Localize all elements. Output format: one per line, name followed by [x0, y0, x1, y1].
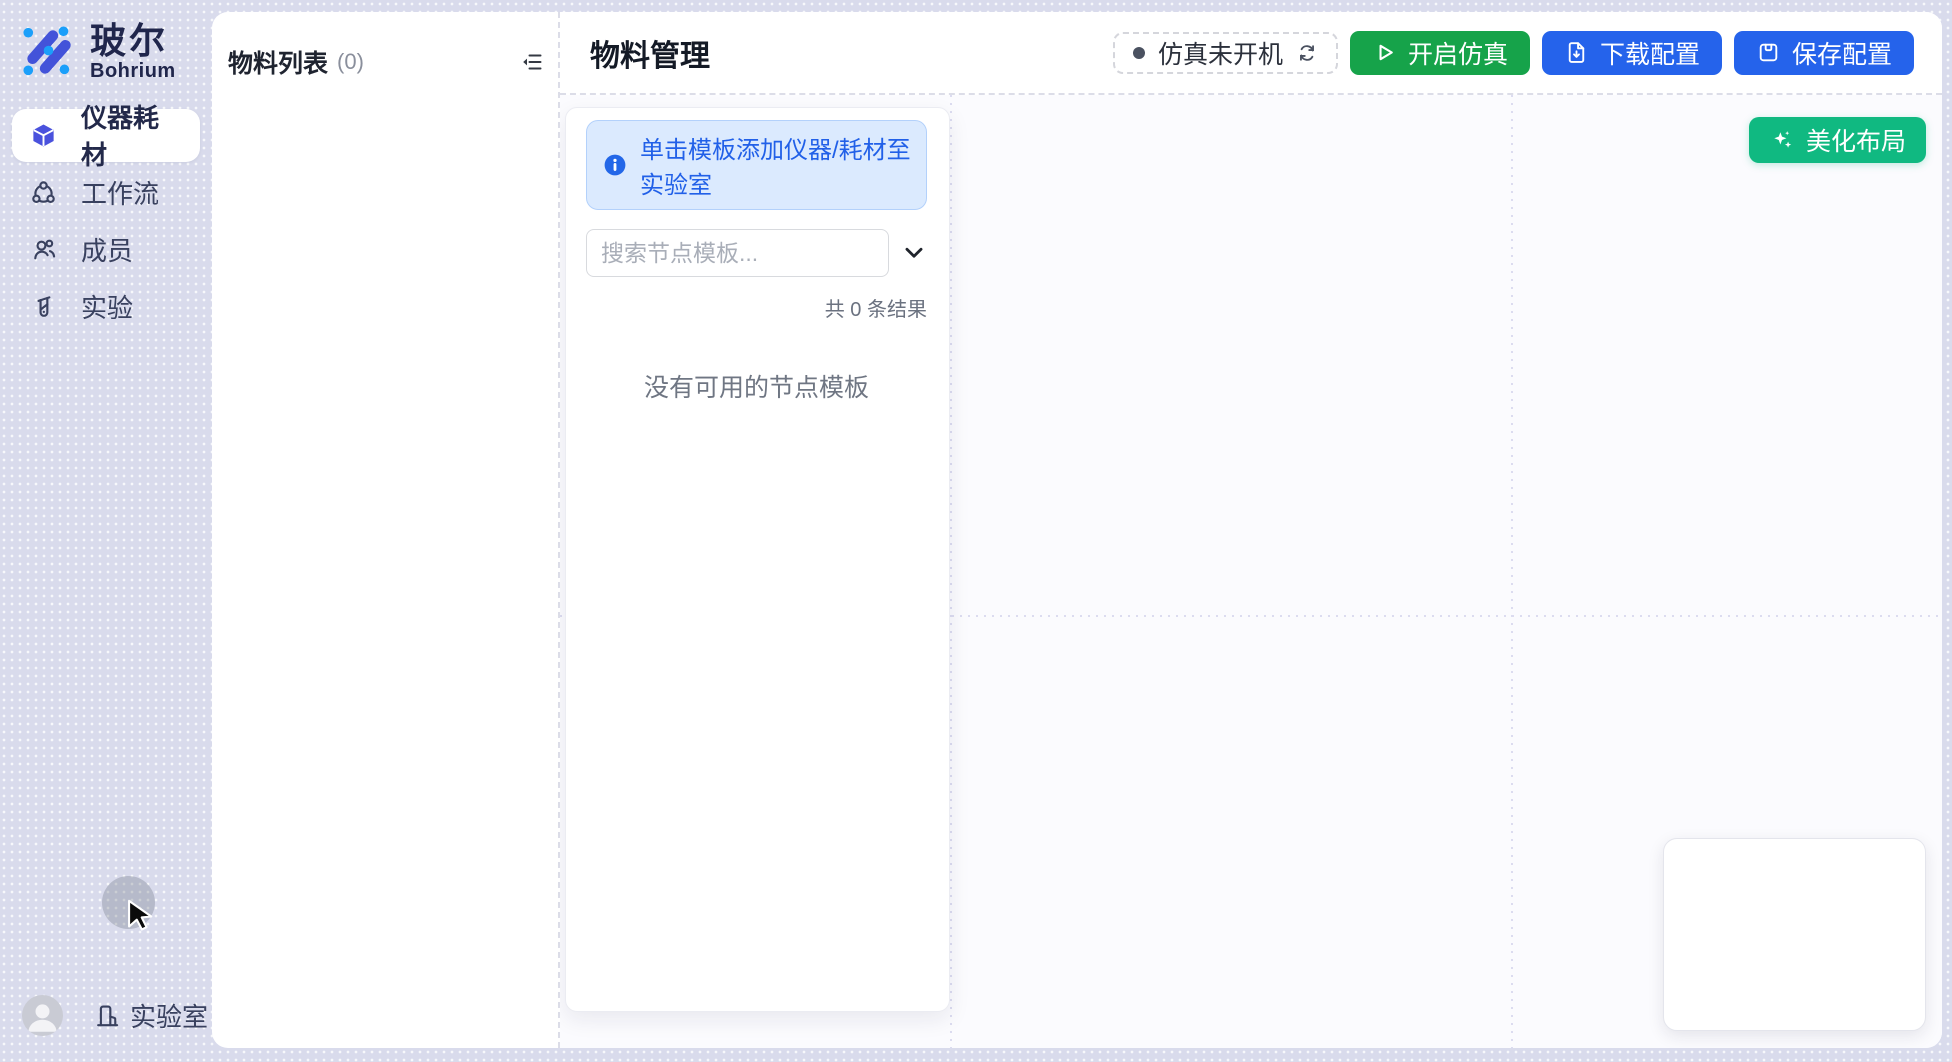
material-list-title: 物料列表 — [228, 44, 328, 80]
main-card: 物料列表 (0) 物料管理 仿真未开机 — [212, 12, 1942, 1048]
sidebar-item-instruments[interactable]: 仪器耗材 — [12, 109, 200, 162]
sidebar-item-members[interactable]: 成员 — [12, 223, 200, 276]
test-tube-icon — [30, 293, 57, 320]
flow-canvas[interactable]: 单击模板添加仪器/耗材至实验室 共 0 条结果 没有可用的节点模板 — [560, 95, 1942, 1048]
mouse-cursor — [126, 899, 154, 931]
start-simulation-button[interactable]: 开启仿真 — [1350, 31, 1530, 75]
avatar[interactable] — [22, 995, 63, 1036]
template-tool-panel: 单击模板添加仪器/耗材至实验室 共 0 条结果 没有可用的节点模板 — [565, 107, 950, 1012]
save-config-button[interactable]: 保存配置 — [1734, 31, 1914, 75]
download-config-button[interactable]: 下载配置 — [1542, 31, 1722, 75]
lab-switcher[interactable]: 实验室 — [93, 997, 208, 1034]
lab-label: 实验室 — [130, 997, 208, 1034]
flow-section: 物料管理 仿真未开机 开启仿真 — [560, 12, 1942, 1048]
beautify-layout-button[interactable]: 美化布局 — [1749, 117, 1926, 163]
canvas-gridline — [1511, 95, 1513, 1048]
refresh-icon[interactable] — [1296, 42, 1318, 64]
play-icon — [1372, 40, 1397, 65]
sidebar-nav: 仪器耗材 工作流 成员 — [12, 109, 200, 333]
save-icon — [1756, 40, 1781, 65]
template-search-input[interactable] — [586, 229, 889, 277]
material-list-count: (0) — [337, 49, 364, 75]
cube-icon — [30, 122, 57, 149]
sidebar-item-label: 实验 — [81, 288, 133, 325]
hint-banner: 单击模板添加仪器/耗材至实验室 — [586, 120, 927, 210]
sidebar-item-workflow[interactable]: 工作流 — [12, 166, 200, 219]
building-icon — [93, 1002, 120, 1029]
empty-template-message: 没有可用的节点模板 — [586, 368, 927, 404]
save-config-label: 保存配置 — [1792, 35, 1892, 71]
template-search-row — [586, 229, 927, 277]
info-icon — [602, 152, 628, 178]
sidebar-item-experiments[interactable]: 实验 — [12, 280, 200, 333]
flow-header: 物料管理 仿真未开机 开启仿真 — [560, 12, 1942, 95]
sidebar-item-label: 仪器耗材 — [81, 98, 182, 172]
sparkles-icon — [1769, 127, 1795, 153]
sidebar-item-label: 成员 — [81, 231, 133, 268]
status-dot-icon — [1133, 47, 1145, 59]
start-simulation-label: 开启仿真 — [1408, 35, 1508, 71]
workflow-icon — [30, 179, 57, 206]
members-icon — [30, 236, 57, 263]
logo-subtitle: Bohrium — [90, 60, 176, 83]
sidebar-footer: 实验室 — [22, 995, 208, 1036]
beautify-layout-label: 美化布局 — [1806, 122, 1906, 158]
sidebar-item-label: 工作流 — [81, 174, 159, 211]
download-config-label: 下载配置 — [1600, 35, 1700, 71]
logo: 玻尔 Bohrium — [12, 22, 200, 83]
hint-banner-text: 单击模板添加仪器/耗材至实验室 — [640, 130, 911, 200]
logo-title: 玻尔 — [90, 22, 176, 60]
person-icon — [22, 995, 63, 1036]
simulation-status-pill: 仿真未开机 — [1113, 32, 1338, 74]
minimap[interactable] — [1663, 838, 1926, 1031]
material-list-header: 物料列表 (0) — [212, 12, 558, 80]
chevron-down-icon[interactable] — [901, 240, 927, 266]
canvas-gridline — [950, 95, 952, 1048]
collapse-panel-icon[interactable] — [520, 50, 544, 74]
search-result-count: 共 0 条结果 — [586, 293, 927, 322]
file-download-icon — [1564, 40, 1589, 65]
bohrium-logo-icon — [20, 25, 78, 79]
page-title: 物料管理 — [590, 31, 710, 75]
status-label: 仿真未开机 — [1158, 35, 1283, 71]
material-list-panel: 物料列表 (0) — [212, 12, 560, 1048]
